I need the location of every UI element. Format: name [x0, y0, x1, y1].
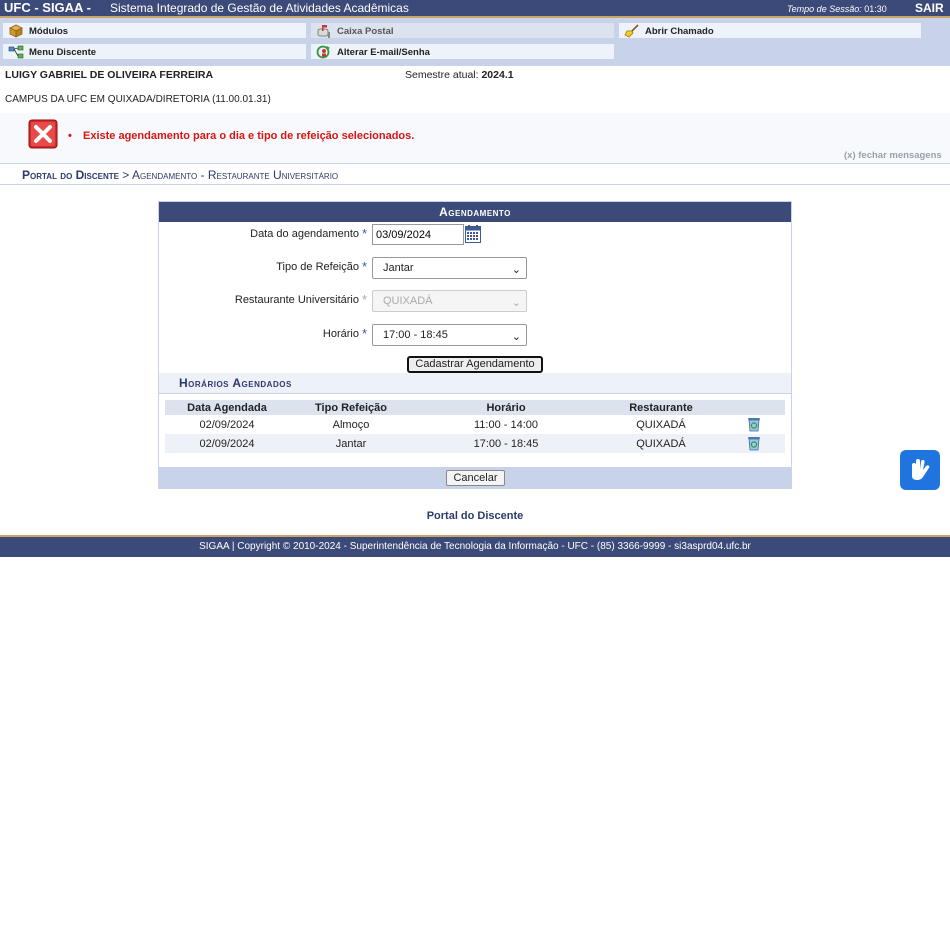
calendar-icon[interactable]: [465, 225, 481, 243]
scheduled-times-header: Horários Agendados: [159, 373, 791, 394]
current-semester: Semestre atual: 2024.1: [405, 69, 514, 81]
menu-caixa-postal-button[interactable]: Caixa Postal: [310, 22, 615, 39]
logout-button[interactable]: SAIR: [915, 0, 944, 16]
breadcrumb-current: Agendamento - Restaurante Universitário: [131, 168, 339, 182]
scheduling-form: Agendamento Data do agendamento * Tipo d…: [158, 201, 792, 489]
cell-restaurant: QUIXADÁ: [636, 418, 686, 431]
top-bar: UFC - SIGAA - Sistema Integrado de Gestã…: [0, 0, 950, 18]
cell-meal: Almoço: [332, 418, 370, 431]
message-area: Existe agendamento para o dia e tipo de …: [0, 113, 950, 163]
time-value: 17:00 - 18:45: [383, 329, 448, 341]
required-mark: *: [362, 326, 368, 341]
session-timer: Tempo de Sessão: 01:30: [787, 2, 887, 16]
cell-actions: [723, 434, 785, 453]
date-row: Data do agendamento *: [159, 223, 791, 247]
error-message-text: Existe agendamento para o dia e tipo de …: [83, 130, 415, 142]
broom-icon: [624, 24, 639, 38]
menu-abrir-chamado-button[interactable]: Abrir Chamado: [618, 22, 922, 39]
error-icon: [28, 119, 58, 149]
system-name: Sistema Integrado de Gestão de Atividade…: [110, 1, 409, 15]
menu-alterar-email-label: Alterar E-mail/Senha: [337, 47, 430, 58]
column-header: Data Agendada: [165, 400, 289, 415]
sign-language-icon: [912, 459, 930, 480]
cell-date: 02/09/2024: [165, 434, 289, 453]
table-header-row: Data Agendada Tipo Refeição Horário Rest…: [165, 400, 785, 415]
menu-abrir-chamado-label: Abrir Chamado: [645, 26, 714, 37]
semester-value: 2024.1: [481, 69, 514, 81]
breadcrumb-path: Portal do Discente > Agendamento - Resta…: [22, 168, 338, 182]
column-header: Restaurante: [599, 400, 723, 415]
required-mark: *: [362, 259, 368, 274]
restaurant-value: QUIXADÁ: [383, 295, 433, 307]
chevron-down-icon: ⌄: [511, 264, 521, 276]
breadcrumb-separator: >: [118, 168, 132, 182]
semester-label: Semestre atual:: [405, 69, 479, 81]
page-footer: SIGAA | Copyright © 2010-2024 - Superint…: [0, 535, 950, 557]
recycle-bin-icon[interactable]: [747, 417, 761, 432]
box-icon: [9, 24, 23, 38]
portal-discente-link[interactable]: Portal do Discente: [0, 510, 950, 522]
network-icon: [8, 45, 24, 59]
form-title: Agendamento: [159, 202, 791, 222]
cell-date: 02/09/2024: [199, 418, 255, 431]
refresh-user-icon: [316, 45, 330, 59]
menu-caixa-postal-label: Caixa Postal: [337, 26, 394, 37]
vlibras-accessibility-button[interactable]: [900, 450, 940, 490]
menu-alterar-email-button[interactable]: Alterar E-mail/Senha: [310, 43, 615, 60]
table-row: 02/09/2024 Jantar 17:00 - 18:45 QUIXADÁ: [165, 434, 785, 453]
required-mark: *: [362, 226, 368, 241]
table-row: 02/09/2024 Almoço 11:00 - 14:00 QUIXADÁ: [165, 415, 785, 434]
restaurant-row: Restaurante Universitário * QUIXADÁ ⌄: [159, 289, 791, 313]
session-time: 01:30: [864, 4, 887, 14]
cancel-button[interactable]: Cancelar: [446, 470, 505, 486]
chevron-down-icon: ⌄: [511, 331, 521, 343]
date-label: Data do agendamento: [250, 228, 359, 240]
submit-schedule-button[interactable]: Cadastrar Agendamento: [407, 356, 543, 373]
scheduled-times-table: Data Agendada Tipo Refeição Horário Rest…: [165, 400, 785, 453]
form-footer: Cancelar: [159, 467, 791, 488]
time-label: Horário: [322, 328, 359, 340]
breadcrumb-portal-link[interactable]: Portal do Discente: [22, 168, 119, 182]
meal-type-value: Jantar: [383, 262, 414, 274]
scheduled-times-title: Horários Agendados: [179, 376, 292, 390]
chevron-down-icon: ⌄: [511, 297, 521, 309]
menu-discente-label: Menu Discente: [29, 47, 97, 58]
time-select[interactable]: 17:00 - 18:45 ⌄: [372, 324, 527, 346]
cell-actions: [723, 415, 785, 434]
breadcrumb: Portal do Discente > Agendamento - Resta…: [0, 163, 950, 185]
meal-type-select[interactable]: Jantar ⌄: [372, 257, 527, 279]
close-messages-link[interactable]: (x) fechar mensagens: [844, 150, 942, 161]
brand-title: UFC - SIGAA -: [4, 0, 91, 15]
recycle-bin-icon[interactable]: [747, 436, 761, 451]
column-header-actions: [723, 400, 785, 415]
mailbox-icon: [317, 25, 330, 38]
restaurant-select: QUIXADÁ ⌄: [372, 290, 527, 312]
required-mark: *: [362, 292, 368, 307]
user-name: LUIGY GABRIEL DE OLIVEIRA FERREIRA: [5, 69, 214, 81]
meal-type-label: Tipo de Refeição: [276, 261, 359, 273]
campus-info: CAMPUS DA UFC EM QUIXADA/DIRETORIA (11.0…: [5, 94, 271, 105]
menu-modulos-button[interactable]: Módulos: [2, 22, 307, 39]
session-label: Tempo de Sessão:: [787, 4, 862, 14]
cell-time: 11:00 - 14:00: [473, 418, 538, 431]
cell-meal: Jantar: [289, 434, 413, 453]
column-header: Horário: [413, 400, 599, 415]
column-header: Tipo Refeição: [289, 400, 413, 415]
menu-discente-button[interactable]: Menu Discente: [2, 43, 307, 60]
top-menu: Módulos Caixa Postal Abrir Chamado Menu …: [0, 18, 950, 66]
restaurant-label: Restaurante Universitário: [234, 294, 359, 306]
date-input[interactable]: [372, 224, 464, 245]
error-message: Existe agendamento para o dia e tipo de …: [68, 130, 415, 142]
menu-modulos-label: Módulos: [29, 26, 69, 37]
cell-restaurant: QUIXADÁ: [599, 434, 723, 453]
cell-time: 17:00 - 18:45: [413, 434, 599, 453]
meal-type-row: Tipo de Refeição * Jantar ⌄: [159, 256, 791, 280]
time-row: Horário * 17:00 - 18:45 ⌄: [159, 323, 791, 347]
